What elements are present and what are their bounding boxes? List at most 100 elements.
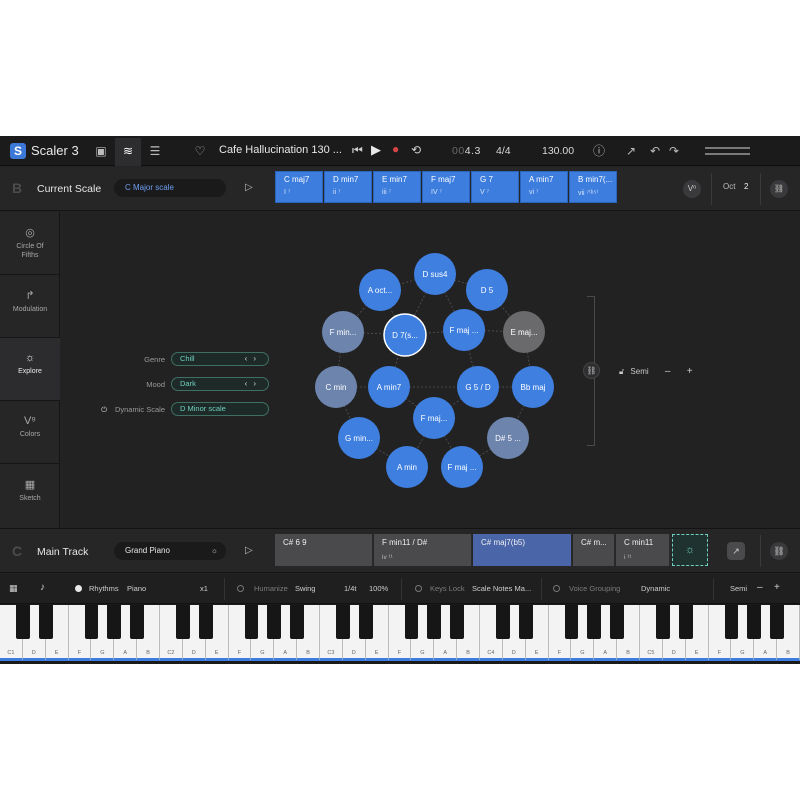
play-icon[interactable]: ▶ xyxy=(371,142,381,158)
chord-node[interactable]: C min xyxy=(315,366,357,408)
chord-node[interactable]: D 7(s... xyxy=(383,313,427,357)
black-key[interactable] xyxy=(176,605,190,639)
chord-node[interactable]: G 5 / D xyxy=(457,366,499,408)
track-chord-cell[interactable]: F min11 / D# iv ¹¹ xyxy=(374,534,472,566)
loop-icon[interactable]: ⟲ xyxy=(411,143,421,157)
black-key[interactable] xyxy=(724,605,739,639)
chord-node[interactable]: D 5 xyxy=(466,269,508,311)
record-icon[interactable]: ● xyxy=(392,142,399,156)
instrument-settings-icon[interactable]: ☼ xyxy=(211,542,218,560)
rhythms-toggle[interactable] xyxy=(75,585,82,592)
scale-selector[interactable]: C Major scale xyxy=(114,179,226,197)
semi-minus-button[interactable]: – xyxy=(665,366,671,377)
instrument-selector[interactable]: Grand Piano ☼ xyxy=(114,542,226,560)
swing-label[interactable]: Swing xyxy=(295,584,315,593)
note-value[interactable]: 1/4t xyxy=(344,584,357,593)
chord-node[interactable]: E maj... xyxy=(503,311,545,353)
track-chord-cell[interactable]: C# m... xyxy=(573,534,615,566)
voice-grouping-toggle[interactable] xyxy=(553,585,560,592)
lock-icon[interactable]: 🔓︎ xyxy=(619,367,624,376)
rhythm-multiplier[interactable]: x1 xyxy=(200,584,208,593)
black-key[interactable] xyxy=(84,605,99,639)
folder-icon[interactable]: ▣ xyxy=(94,142,108,160)
voicing-button[interactable]: V⁰ xyxy=(683,180,701,198)
chord-node[interactable]: D sus4 xyxy=(414,253,456,295)
scale-chord-cell[interactable]: A min7 vi ⁷ xyxy=(520,171,568,203)
export-arrow-icon[interactable]: ↗ xyxy=(727,542,745,560)
chord-node[interactable]: A min7 xyxy=(368,366,410,408)
black-key[interactable] xyxy=(610,605,624,639)
black-key[interactable] xyxy=(38,605,53,639)
black-key[interactable] xyxy=(518,605,533,639)
track-chord-cell[interactable]: C# 6 9 xyxy=(275,534,373,566)
track-chord-cell[interactable]: C# maj7(b5) xyxy=(473,534,572,566)
chord-node[interactable]: A oct... xyxy=(359,269,401,311)
scale-chord-cell[interactable]: E min7 iii ⁷ xyxy=(373,171,421,203)
chord-node[interactable]: F maj... xyxy=(413,397,455,439)
keys-lock-value[interactable]: Scale Notes Ma... xyxy=(472,584,531,593)
list-menu-icon[interactable]: ☰ xyxy=(148,142,162,160)
scale-chord-cell[interactable]: D min7 ii ⁷ xyxy=(324,171,372,203)
track-play-icon[interactable]: ▷ xyxy=(245,545,253,556)
keyboard-icon[interactable]: ▦ xyxy=(9,583,18,594)
semi-plus-button[interactable]: + xyxy=(687,366,693,377)
add-suggestion-lightbulb-icon[interactable]: ☼ xyxy=(672,534,708,566)
black-key[interactable] xyxy=(587,605,602,639)
time-signature[interactable]: 4/4 xyxy=(496,145,511,157)
track-chord-cell[interactable]: C min11 i ¹¹ xyxy=(616,534,670,566)
black-key[interactable] xyxy=(16,605,30,639)
chord-node[interactable]: Bb maj xyxy=(512,366,554,408)
sidebar-item-colors[interactable]: V⁹ Colors xyxy=(0,401,60,464)
chord-node[interactable]: F maj ... xyxy=(441,446,483,488)
black-key[interactable] xyxy=(130,605,144,639)
black-key[interactable] xyxy=(770,605,784,639)
export-arrow-icon[interactable]: ↗ xyxy=(625,142,637,160)
chord-node[interactable]: F maj ... xyxy=(443,309,485,351)
song-title[interactable]: Cafe Hallucination 130 ... xyxy=(219,144,342,156)
black-key[interactable] xyxy=(358,605,373,639)
link-icon[interactable]: ⛓ xyxy=(770,180,788,198)
keys-lock-toggle[interactable] xyxy=(415,585,422,592)
rewind-icon[interactable]: ⏮ xyxy=(352,143,363,158)
swing-percent[interactable]: 100% xyxy=(369,584,388,593)
rhythms-value[interactable]: Piano xyxy=(127,584,146,593)
sidebar-item-explore[interactable]: ☼ Explore xyxy=(0,338,60,401)
bpm-value[interactable]: 130.00 xyxy=(542,145,574,157)
semi-minus-button[interactable]: – xyxy=(757,582,763,593)
sidebar-item-sketch[interactable]: ▦ Sketch xyxy=(0,464,60,527)
hamburger-menu-icon[interactable] xyxy=(705,147,750,155)
black-key[interactable] xyxy=(244,605,259,639)
black-key[interactable] xyxy=(450,605,464,639)
scale-play-icon[interactable]: ▷ xyxy=(245,182,253,193)
undo-icon[interactable]: ↶ xyxy=(649,142,661,160)
sidebar-item-modulation[interactable]: ↱ Modulation xyxy=(0,275,60,338)
semi-plus-button[interactable]: + xyxy=(774,582,780,593)
scale-chord-cell[interactable]: F maj7 IV ⁷ xyxy=(422,171,470,203)
redo-icon[interactable]: ↷ xyxy=(668,142,680,160)
link-icon[interactable]: ⛓ xyxy=(770,542,788,560)
black-key[interactable] xyxy=(290,605,304,639)
black-key[interactable] xyxy=(427,605,442,639)
scale-chord-cell[interactable]: C maj7 I ⁷ xyxy=(275,171,323,203)
black-key[interactable] xyxy=(496,605,510,639)
chord-node[interactable]: G min... xyxy=(338,417,380,459)
black-key[interactable] xyxy=(678,605,693,639)
info-icon[interactable]: ⓘ xyxy=(593,142,605,160)
guitar-icon[interactable]: ♪ xyxy=(40,582,45,593)
black-key[interactable] xyxy=(564,605,579,639)
black-key[interactable] xyxy=(747,605,762,639)
sidebar-item-circle-of-fifths[interactable]: ◎ Circle Of Fifths xyxy=(0,212,60,275)
black-key[interactable] xyxy=(198,605,213,639)
black-key[interactable] xyxy=(336,605,350,639)
black-key[interactable] xyxy=(267,605,282,639)
chord-node[interactable]: D# 5 ... xyxy=(487,417,529,459)
link-icon[interactable]: ⛓ xyxy=(583,362,600,379)
chord-node[interactable]: F min... xyxy=(322,311,364,353)
scale-chord-cell[interactable]: G 7 V ⁷ xyxy=(471,171,519,203)
layers-tab[interactable]: ≋ xyxy=(115,138,141,166)
oct-value[interactable]: 2 xyxy=(744,182,748,191)
voice-grouping-value[interactable]: Dynamic xyxy=(641,584,670,593)
chord-node[interactable]: A min xyxy=(386,446,428,488)
heart-icon[interactable]: ♡ xyxy=(194,142,206,160)
black-key[interactable] xyxy=(107,605,122,639)
